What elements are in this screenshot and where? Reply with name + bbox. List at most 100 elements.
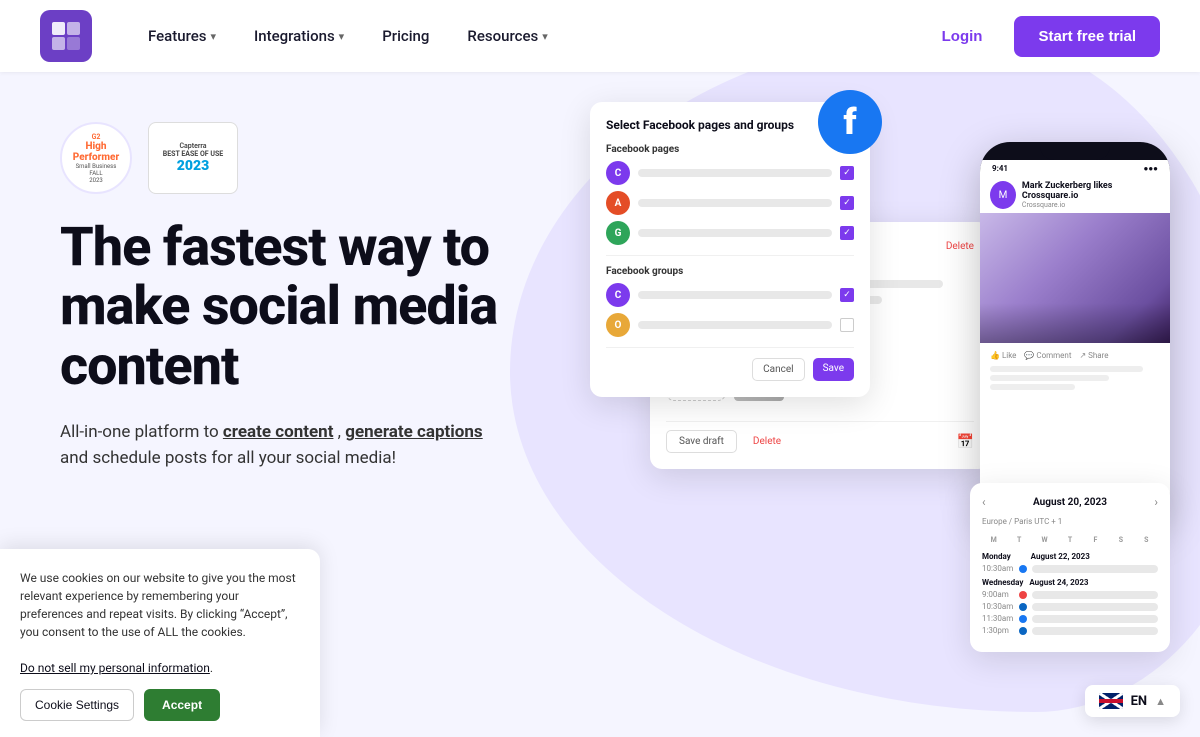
phone-post-actions: 👍 Like 💬 Comment ↗ Share xyxy=(980,343,1170,398)
fb-group-avatar-2: O xyxy=(606,313,630,337)
language-chevron-icon: ▲ xyxy=(1155,695,1166,708)
fb-footer: Cancel Save xyxy=(606,358,854,381)
uk-flag-icon xyxy=(1099,693,1123,709)
calendar-event-group-1: Monday August 22, 2023 10:30am xyxy=(982,552,1158,573)
calendar-prev-icon[interactable]: ‹ xyxy=(982,495,986,509)
phone-screen: 9:41 ●●● M Mark Zuckerberg likes Crossqu… xyxy=(980,160,1170,522)
fb-bar-2 xyxy=(638,199,832,207)
hero-left: G2 HighPerformer Small Business FALL 202… xyxy=(60,112,550,479)
save-draft-button[interactable]: Save draft xyxy=(666,430,737,453)
fb-bar-3 xyxy=(638,229,832,237)
calendar-next-icon[interactable]: › xyxy=(1154,495,1158,509)
phone-status-bar: 9:41 ●●● xyxy=(980,160,1170,177)
calendar-timezone: Europe / Paris UTC + 1 xyxy=(982,517,1158,526)
phone-profile: M Mark Zuckerberg likes Crossquare.io Cr… xyxy=(980,177,1170,213)
login-button[interactable]: Login xyxy=(926,20,999,53)
nav-pricing[interactable]: Pricing xyxy=(366,19,445,53)
fb-check-1[interactable]: ✓ xyxy=(840,166,854,180)
logo[interactable] xyxy=(40,10,92,62)
fb-check-3[interactable]: ✓ xyxy=(840,226,854,240)
language-selector[interactable]: EN ▲ xyxy=(1085,685,1180,717)
fb-pages-label: Facebook pages xyxy=(606,144,854,155)
fb-group-bar-2 xyxy=(638,321,832,329)
capterra-badge: Capterra BEST EASE OF USE 2023 xyxy=(148,122,238,194)
phone-bar-2 xyxy=(990,375,1109,381)
linkedin-dot-2 xyxy=(1019,627,1027,635)
calendar-header: ‹ August 20, 2023 › xyxy=(982,495,1158,509)
cal-event-bar-4 xyxy=(1032,615,1158,623)
phone-bar-3 xyxy=(990,384,1075,390)
facebook-dot xyxy=(1019,565,1027,573)
cal-event-bar-2 xyxy=(1032,591,1158,599)
hero-title: The fastest way to make social media con… xyxy=(60,218,550,396)
fb-footer-divider xyxy=(606,347,854,348)
fb-page-row-3: G ✓ xyxy=(606,221,854,245)
schedule-icon[interactable]: 📅 xyxy=(957,434,974,450)
language-code: EN xyxy=(1131,694,1148,709)
fb-group-row-1: C ✓ xyxy=(606,283,854,307)
fb-group-check-1[interactable]: ✓ xyxy=(840,288,854,302)
fb-check-2[interactable]: ✓ xyxy=(840,196,854,210)
cookie-banner: We use cookies on our website to give yo… xyxy=(0,549,320,737)
fb-card-title: Select Facebook pages and groups xyxy=(606,118,794,132)
linkedin-dot xyxy=(1019,603,1027,611)
fb-page-row-1: C ✓ xyxy=(606,161,854,185)
fb-save-button[interactable]: Save xyxy=(813,358,854,381)
awards-badges: G2 HighPerformer Small Business FALL 202… xyxy=(60,122,550,194)
delete-button[interactable]: Delete xyxy=(745,431,789,452)
fb-cancel-button[interactable]: Cancel xyxy=(752,358,804,381)
calendar-days-header: M T W T F S S xyxy=(982,534,1158,546)
cal-event-row-2: 9:00am xyxy=(982,590,1158,599)
phone-mockup: 9:41 ●●● M Mark Zuckerberg likes Crossqu… xyxy=(980,142,1170,522)
facebook-dot-2 xyxy=(1019,615,1027,623)
cookie-buttons: Cookie Settings Accept xyxy=(20,689,300,721)
nav-links: Features ▾ Integrations ▾ Pricing Resour… xyxy=(132,19,926,53)
cookie-settings-button[interactable]: Cookie Settings xyxy=(20,689,134,721)
phone-image xyxy=(980,213,1170,343)
nav-features[interactable]: Features ▾ xyxy=(132,19,232,53)
cal-date-1: Monday August 22, 2023 xyxy=(982,552,1158,561)
facebook-icon: f xyxy=(818,90,882,154)
fb-page-row-2: A ✓ xyxy=(606,191,854,215)
fb-bar-1 xyxy=(638,169,832,177)
calendar-event-group-2: Wednesday August 24, 2023 9:00am 10:30am… xyxy=(982,578,1158,635)
start-trial-button[interactable]: Start free trial xyxy=(1014,16,1160,57)
hero-section: G2 HighPerformer Small Business FALL 202… xyxy=(0,72,1200,737)
resources-chevron-icon: ▾ xyxy=(542,30,548,43)
cal-event-row-4: 11:30am xyxy=(982,614,1158,623)
cal-event-bar-3 xyxy=(1032,603,1158,611)
fb-groups-label: Facebook groups xyxy=(606,266,854,277)
fb-avatar-2: A xyxy=(606,191,630,215)
phone-share-btn[interactable]: ↗ Share xyxy=(1079,351,1108,360)
calendar-title: August 20, 2023 xyxy=(1033,497,1107,508)
phone-comment-btn[interactable]: 💬 Comment xyxy=(1024,351,1071,360)
nav-integrations[interactable]: Integrations ▾ xyxy=(238,19,360,53)
cookie-accept-button[interactable]: Accept xyxy=(144,689,220,721)
mockup-container: f Select Facebook pages and groups Faceb… xyxy=(590,102,1170,692)
g2-badge: G2 HighPerformer Small Business FALL 202… xyxy=(60,122,132,194)
navigation: Features ▾ Integrations ▾ Pricing Resour… xyxy=(0,0,1200,72)
features-chevron-icon: ▾ xyxy=(210,30,216,43)
nav-right: Login Start free trial xyxy=(926,16,1160,57)
fb-group-check-2[interactable] xyxy=(840,318,854,332)
cal-event-row-1: 10:30am xyxy=(982,564,1158,573)
card-footer: Save draft Delete 📅 xyxy=(666,430,974,453)
fb-group-bar-1 xyxy=(638,291,832,299)
cal-event-row-3: 10:30am xyxy=(982,602,1158,611)
cal-date-2: Wednesday August 24, 2023 xyxy=(982,578,1158,587)
cal-event-bar-5 xyxy=(1032,627,1158,635)
phone-like-btn[interactable]: 👍 Like xyxy=(990,351,1016,360)
cookie-text: We use cookies on our website to give yo… xyxy=(20,569,300,677)
nav-resources[interactable]: Resources ▾ xyxy=(451,19,563,53)
fb-avatar-3: G xyxy=(606,221,630,245)
hero-right: f Select Facebook pages and groups Faceb… xyxy=(550,112,1140,737)
phone-notch xyxy=(1040,142,1110,160)
delete-link[interactable]: Delete xyxy=(946,241,974,252)
cal-event-bar-1 xyxy=(1032,565,1158,573)
calendar-card: ‹ August 20, 2023 › Europe / Paris UTC +… xyxy=(970,483,1170,652)
cookie-privacy-link[interactable]: Do not sell my personal information xyxy=(20,661,210,675)
card-divider xyxy=(666,421,974,422)
g2-performer: HighPerformer xyxy=(73,141,119,163)
facebook-selector-card: f Select Facebook pages and groups Faceb… xyxy=(590,102,870,397)
instagram-dot xyxy=(1019,591,1027,599)
